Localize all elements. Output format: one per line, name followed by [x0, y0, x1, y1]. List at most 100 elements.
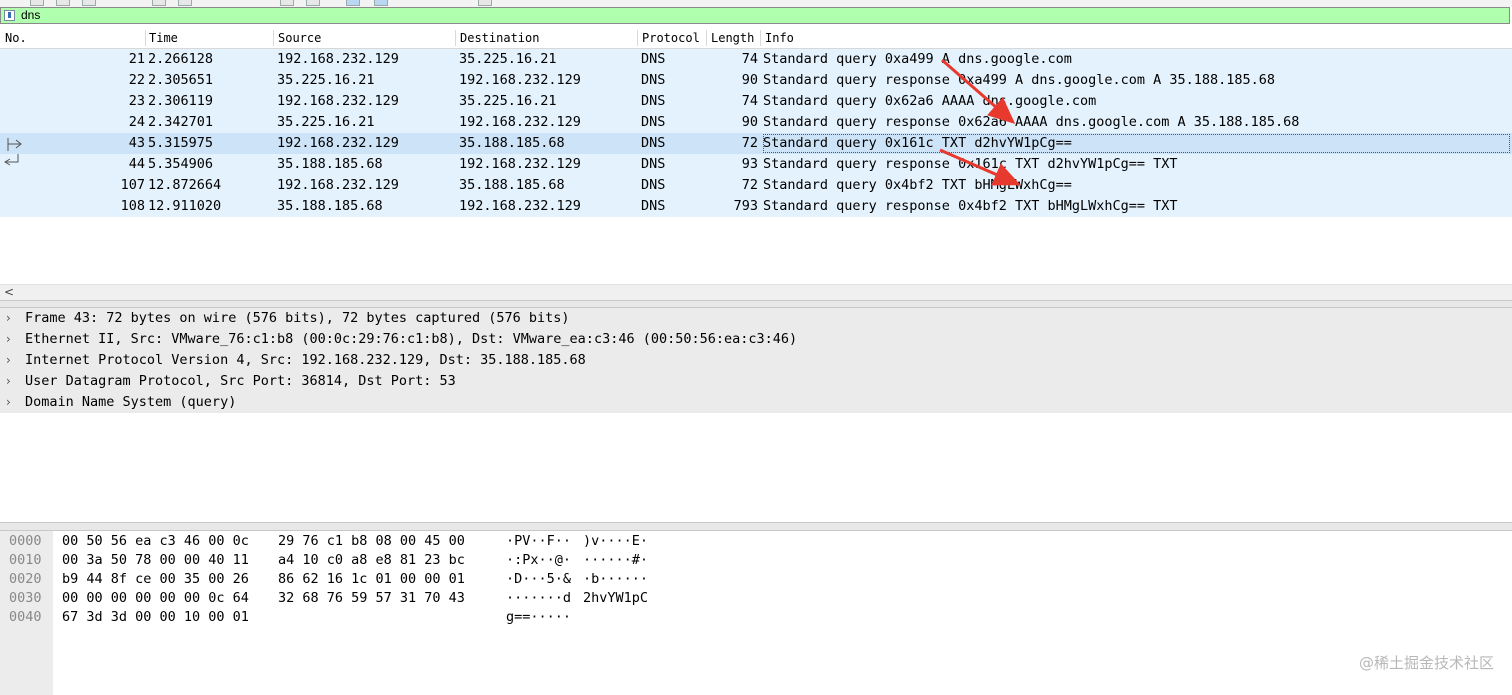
cell-source: 192.168.232.129: [277, 177, 399, 193]
bytes-hex[interactable]: 00 50 56 ea c3 46 00 0c: [62, 532, 249, 551]
cell-source: 35.188.185.68: [277, 156, 383, 172]
bytes-offset: 0020: [9, 571, 42, 587]
cell-time: 5.354906: [148, 156, 214, 172]
cell-no: 43: [128, 135, 145, 151]
cell-info: Standard query 0x62a6 AAAA dns.google.co…: [763, 93, 1097, 109]
bytes-hex[interactable]: 86 62 16 1c 01 00 00 01: [278, 570, 465, 589]
packet-row[interactable]: 24 2.342701 35.225.16.21 192.168.232.129…: [0, 112, 1512, 133]
cell-info: Standard query response 0x161c TXT d2hvY…: [763, 156, 1178, 172]
column-header-source[interactable]: Source: [278, 30, 321, 46]
packet-bytes-pane[interactable]: 0000 00 50 56 ea c3 46 00 0c 29 76 c1 b8…: [0, 531, 1512, 695]
column-header-no[interactable]: No.: [5, 30, 27, 46]
bytes-hex[interactable]: 00 00 00 00 00 00 0c 64: [62, 589, 249, 608]
detail-item-udp[interactable]: › User Datagram Protocol, Src Port: 3681…: [0, 371, 1512, 392]
cell-destination: 192.168.232.129: [459, 114, 581, 130]
packet-row[interactable]: 23 2.306119 192.168.232.129 35.225.16.21…: [0, 91, 1512, 112]
packet-row-selected[interactable]: 43 5.315975 192.168.232.129 35.188.185.6…: [0, 133, 1512, 154]
cell-time: 2.266128: [148, 51, 214, 67]
bytes-ascii[interactable]: )v····E·: [583, 532, 648, 551]
detail-label: User Datagram Protocol, Src Port: 36814,…: [25, 373, 456, 389]
detail-item-ethernet[interactable]: › Ethernet II, Src: VMware_76:c1:b8 (00:…: [0, 329, 1512, 350]
bytes-hex[interactable]: 67 3d 3d 00 00 10 00 01: [62, 608, 249, 627]
column-separator[interactable]: [706, 30, 707, 46]
bytes-hex[interactable]: b9 44 8f ce 00 35 00 26: [62, 570, 249, 589]
cell-protocol: DNS: [641, 114, 666, 130]
packet-row[interactable]: 44 5.354906 35.188.185.68 192.168.232.12…: [0, 154, 1512, 175]
column-header-protocol[interactable]: Protocol: [642, 30, 700, 46]
cell-time: 12.872664: [148, 177, 222, 193]
toolbar-button[interactable]: [306, 0, 320, 6]
cell-length: 90: [741, 72, 758, 88]
bytes-ascii[interactable]: ·:Px··@·: [506, 551, 571, 570]
cell-protocol: DNS: [641, 72, 666, 88]
toolbar-button[interactable]: [56, 0, 70, 6]
chevron-right-icon[interactable]: ›: [6, 392, 11, 413]
column-header-destination[interactable]: Destination: [460, 30, 539, 46]
chevron-right-icon[interactable]: ›: [6, 329, 11, 350]
chevron-right-icon[interactable]: ›: [6, 350, 11, 371]
toolbar-button[interactable]: [478, 0, 492, 6]
bytes-offset: 0040: [9, 609, 42, 625]
packet-row[interactable]: 21 2.266128 192.168.232.129 35.225.16.21…: [0, 49, 1512, 70]
display-filter-input[interactable]: dns: [21, 8, 40, 23]
cell-destination: 35.225.16.21: [459, 93, 557, 109]
bytes-ascii[interactable]: ······#·: [583, 551, 648, 570]
toolbar-button[interactable]: [152, 0, 166, 6]
cell-length: 793: [733, 198, 758, 214]
bytes-hex[interactable]: 32 68 76 59 57 31 70 43: [278, 589, 465, 608]
column-separator[interactable]: [637, 30, 638, 46]
detail-item-ipv4[interactable]: › Internet Protocol Version 4, Src: 192.…: [0, 350, 1512, 371]
bytes-ascii[interactable]: ·······d: [506, 589, 571, 608]
cell-source: 192.168.232.129: [277, 135, 399, 151]
cell-time: 2.306119: [148, 93, 214, 109]
detail-item-frame[interactable]: › Frame 43: 72 bytes on wire (576 bits),…: [0, 308, 1512, 329]
cell-protocol: DNS: [641, 135, 666, 151]
column-header-time[interactable]: Time: [149, 30, 178, 46]
bytes-hex[interactable]: 29 76 c1 b8 08 00 45 00: [278, 532, 465, 551]
toolbar-button[interactable]: [82, 0, 96, 6]
bytes-hex[interactable]: a4 10 c0 a8 e8 81 23 bc: [278, 551, 465, 570]
pane-splitter[interactable]: [0, 300, 1512, 308]
cell-no: 21: [128, 51, 145, 67]
pane-splitter[interactable]: [0, 522, 1512, 531]
chevron-right-icon[interactable]: ›: [6, 308, 11, 329]
toolbar-button[interactable]: [30, 0, 44, 6]
cell-length: 72: [741, 135, 758, 151]
bookmark-icon[interactable]: [4, 10, 15, 21]
cell-length: 74: [741, 51, 758, 67]
cell-time: 5.315975: [148, 135, 214, 151]
packet-list-hscrollbar[interactable]: <: [0, 284, 1512, 301]
toolbar-button[interactable]: [178, 0, 192, 6]
bytes-hex[interactable]: 00 3a 50 78 00 00 40 11: [62, 551, 249, 570]
column-header-info[interactable]: Info: [765, 30, 794, 46]
column-separator[interactable]: [273, 30, 274, 46]
packet-list[interactable]: 21 2.266128 192.168.232.129 35.225.16.21…: [0, 49, 1512, 284]
detail-item-dns[interactable]: › Domain Name System (query): [0, 392, 1512, 413]
column-separator[interactable]: [145, 30, 146, 46]
column-separator[interactable]: [455, 30, 456, 46]
bytes-ascii[interactable]: ·b······: [583, 570, 648, 589]
cell-info: Standard query response 0x4bf2 TXT bHMgL…: [763, 198, 1178, 214]
packet-row[interactable]: 108 12.911020 35.188.185.68 192.168.232.…: [0, 196, 1512, 217]
bytes-ascii[interactable]: ·PV··F··: [506, 532, 571, 551]
column-header-length[interactable]: Length: [711, 30, 754, 46]
cell-destination: 192.168.232.129: [459, 156, 581, 172]
bytes-ascii[interactable]: g==·····: [506, 608, 571, 627]
chevron-right-icon[interactable]: ›: [6, 371, 11, 392]
bytes-ascii[interactable]: ·D···5·&: [506, 570, 571, 589]
packet-row[interactable]: 107 12.872664 192.168.232.129 35.188.185…: [0, 175, 1512, 196]
display-filter-bar[interactable]: dns: [0, 7, 1510, 24]
scroll-left-icon[interactable]: <: [4, 285, 14, 299]
bytes-ascii[interactable]: 2hvYW1pC: [583, 589, 648, 608]
packet-details-tree[interactable]: › Frame 43: 72 bytes on wire (576 bits),…: [0, 308, 1512, 522]
toolbar-button[interactable]: [346, 0, 360, 6]
toolbar-button[interactable]: [374, 0, 388, 6]
packet-list-header: No. Time Source Destination Protocol Len…: [0, 28, 1512, 49]
toolbar-button[interactable]: [280, 0, 294, 6]
column-separator[interactable]: [760, 30, 761, 46]
packet-row[interactable]: 22 2.305651 35.225.16.21 192.168.232.129…: [0, 70, 1512, 91]
cell-no: 108: [120, 198, 145, 214]
cell-protocol: DNS: [641, 156, 666, 172]
cell-destination: 35.188.185.68: [459, 135, 565, 151]
cell-protocol: DNS: [641, 177, 666, 193]
